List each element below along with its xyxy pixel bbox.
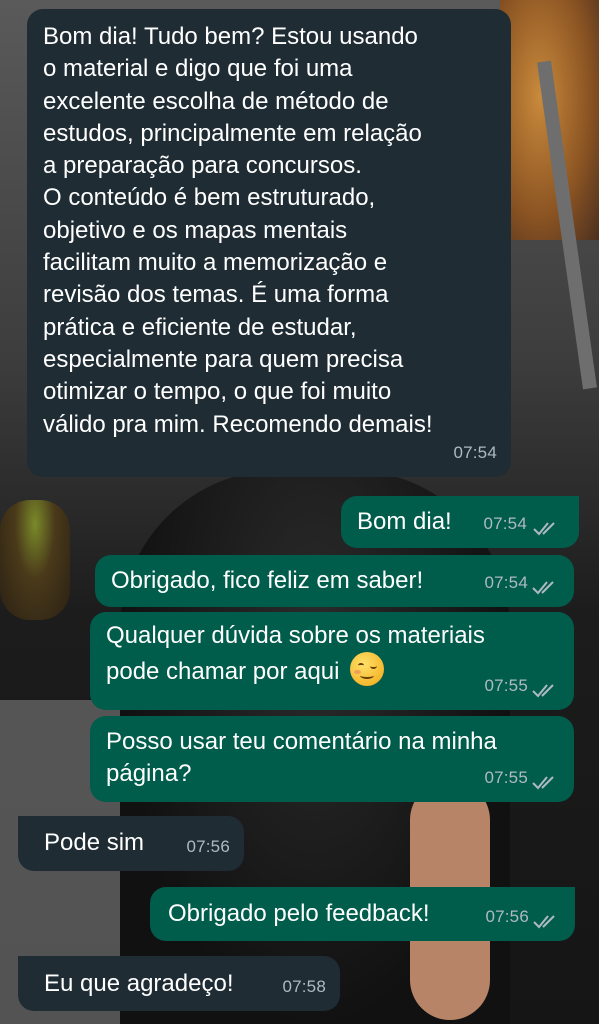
message-timestamp: 07:58	[282, 976, 326, 996]
incoming-message[interactable]: Eu que agradeço! 07:58	[18, 956, 340, 1011]
message-timestamp: 07:54	[453, 442, 497, 462]
outgoing-message[interactable]: Obrigado, fico feliz em saber! 07:54	[95, 555, 574, 607]
double-check-icon	[532, 581, 554, 595]
message-text: Eu que agradeço!	[44, 970, 234, 997]
double-check-icon	[532, 776, 554, 790]
double-check-icon	[532, 684, 554, 698]
incoming-message[interactable]: Pode sim 07:56	[18, 816, 244, 871]
message-timestamp: 07:55	[484, 675, 528, 695]
double-check-icon	[533, 522, 555, 536]
double-check-icon	[533, 915, 555, 929]
message-text: Bom dia! Tudo bem? Estou usando o materi…	[43, 23, 433, 438]
message-timestamp: 07:56	[186, 836, 230, 856]
message-timestamp: 07:55	[484, 767, 528, 787]
message-timestamp: 07:54	[483, 513, 527, 533]
outgoing-message[interactable]: Qualquer dúvida sobre os materiais pode …	[90, 612, 574, 710]
message-timestamp: 07:54	[484, 572, 528, 592]
message-timestamp: 07:56	[485, 906, 529, 926]
smirking-face-emoji	[350, 652, 385, 687]
incoming-message[interactable]: Bom dia! Tudo bem? Estou usando o materi…	[27, 9, 511, 477]
outgoing-message[interactable]: Obrigado pelo feedback! 07:56	[150, 887, 575, 941]
outgoing-message[interactable]: Posso usar teu comentário na minha págin…	[90, 716, 574, 802]
outgoing-message[interactable]: Bom dia! 07:54	[341, 496, 579, 548]
